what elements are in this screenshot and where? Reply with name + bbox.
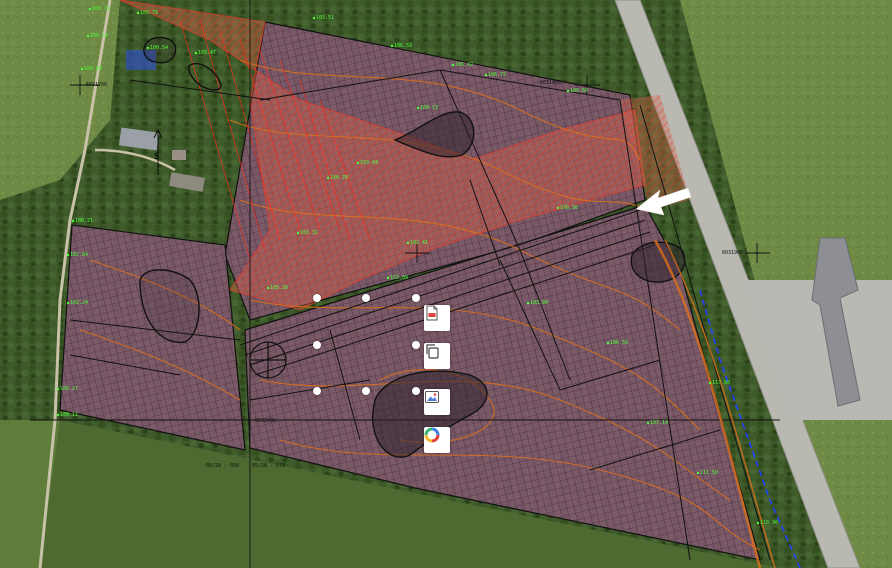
well-symbol [249, 341, 287, 379]
spot-height-label: 109.60 [570, 88, 589, 94]
selection-handle-bottom-center[interactable] [362, 387, 370, 395]
spot-height-label: 106.42 [455, 62, 474, 68]
document-icon [426, 305, 438, 321]
spot-height-label: 102.41 [410, 240, 429, 246]
spot-height-dot [71, 219, 75, 223]
selection-handle-top-center[interactable] [362, 294, 370, 302]
spot-height-label: 100.74 [92, 6, 111, 12]
spot-height-label: 103.47 [198, 50, 217, 56]
spot-height-label: 100.27 [60, 386, 79, 392]
grid-ref-4: 6032000 [255, 418, 277, 424]
spot-height-dot [416, 106, 420, 110]
spot-height-label: 100.13 [420, 105, 439, 111]
section-label-2: 05/28 - 071 [252, 463, 286, 469]
spot-height-dot [386, 276, 390, 280]
image-export-button[interactable] [424, 389, 450, 415]
spot-height-label: 101.31 [300, 230, 319, 236]
spot-height-dot [194, 51, 198, 55]
spot-height-label: 110.90 [760, 520, 779, 526]
map-viewport[interactable]: 100.74 100.53 100.60 100.79 103.47 100.21 102.… [0, 0, 892, 568]
section-label-1: 05/28 - 050 [206, 463, 240, 469]
spot-height-dot [312, 16, 316, 20]
spot-height-dot [451, 63, 455, 67]
spot-height-label: 106.59 [394, 43, 413, 49]
spot-height-label: 117.80 [712, 380, 731, 386]
color-wheel-button[interactable] [424, 427, 450, 453]
copy-icon [426, 344, 439, 359]
spot-height-dot [56, 387, 60, 391]
spot-height-dot [56, 413, 60, 417]
spot-height-dot [696, 471, 700, 475]
spot-height-label: 102.84 [70, 252, 89, 258]
spot-height-dot [356, 161, 360, 165]
selection-handle-top-left[interactable] [313, 294, 321, 302]
spot-height-label: 100.78 [330, 175, 349, 181]
copy-button[interactable] [424, 343, 450, 369]
selection-handle-bottom-left[interactable] [313, 387, 321, 395]
spot-height-dot [406, 241, 410, 245]
spot-height-label: 111.50 [700, 470, 719, 476]
spot-height-dot [136, 11, 140, 15]
spot-height-label: 100.11 [60, 412, 79, 418]
aerial-map[interactable] [0, 0, 892, 568]
spot-height-dot [66, 253, 70, 257]
spot-height-dot [556, 206, 560, 210]
spot-height-label: 107.14 [650, 420, 669, 426]
spot-height-dot [296, 231, 300, 235]
spot-height-label: 106.50 [560, 205, 579, 211]
spot-height-label: 100.54 [150, 45, 169, 51]
spot-height-label: 100.21 [75, 218, 94, 224]
selection-handle-top-right[interactable] [412, 294, 420, 302]
selection-handle-middle-right[interactable] [412, 341, 420, 349]
spot-height-dot [326, 176, 330, 180]
spot-height-dot [266, 286, 270, 290]
spot-height-label: 103.04 [360, 160, 379, 166]
grid-ref-1: 6031700 [86, 82, 108, 88]
selection-handle-middle-left[interactable] [313, 341, 321, 349]
spot-height-label: 103.90 [530, 300, 549, 306]
spot-height-label: 100.53 [90, 33, 109, 39]
spot-height-label: 103.51 [316, 15, 335, 21]
north-marker: S [154, 152, 160, 162]
spot-height-dot [646, 421, 650, 425]
grid-ref-3: 6031900 [722, 250, 744, 256]
spot-height-dot [526, 301, 530, 305]
spot-height-label: 102.24 [70, 300, 89, 306]
spot-height-label: 106.50 [610, 340, 629, 346]
spot-height-label: 105.30 [270, 285, 289, 291]
spot-height-dot [80, 67, 84, 71]
color-wheel-icon [424, 427, 440, 443]
spot-height-label: 106.72 [488, 72, 507, 78]
spot-height-dot [86, 34, 90, 38]
spot-height-dot [390, 44, 394, 48]
spot-height-dot [88, 7, 92, 11]
spot-height-dot [66, 301, 70, 305]
spot-height-dot [146, 46, 150, 50]
house-3 [172, 150, 186, 160]
grid-ref-2: 6031800 [540, 80, 562, 86]
image-icon [425, 391, 439, 403]
spot-height-dot [708, 381, 712, 385]
spot-height-label: 103.09 [390, 275, 409, 281]
selection-handle-bottom-right[interactable] [412, 387, 420, 395]
spot-height-label: 100.60 [84, 66, 103, 72]
pdf-export-button[interactable] [424, 305, 450, 331]
spot-height-dot [606, 341, 610, 345]
spot-height-dot [484, 73, 488, 77]
spot-height-dot [566, 89, 570, 93]
spot-height-label: 100.79 [140, 10, 159, 16]
spot-height-dot [756, 521, 760, 525]
